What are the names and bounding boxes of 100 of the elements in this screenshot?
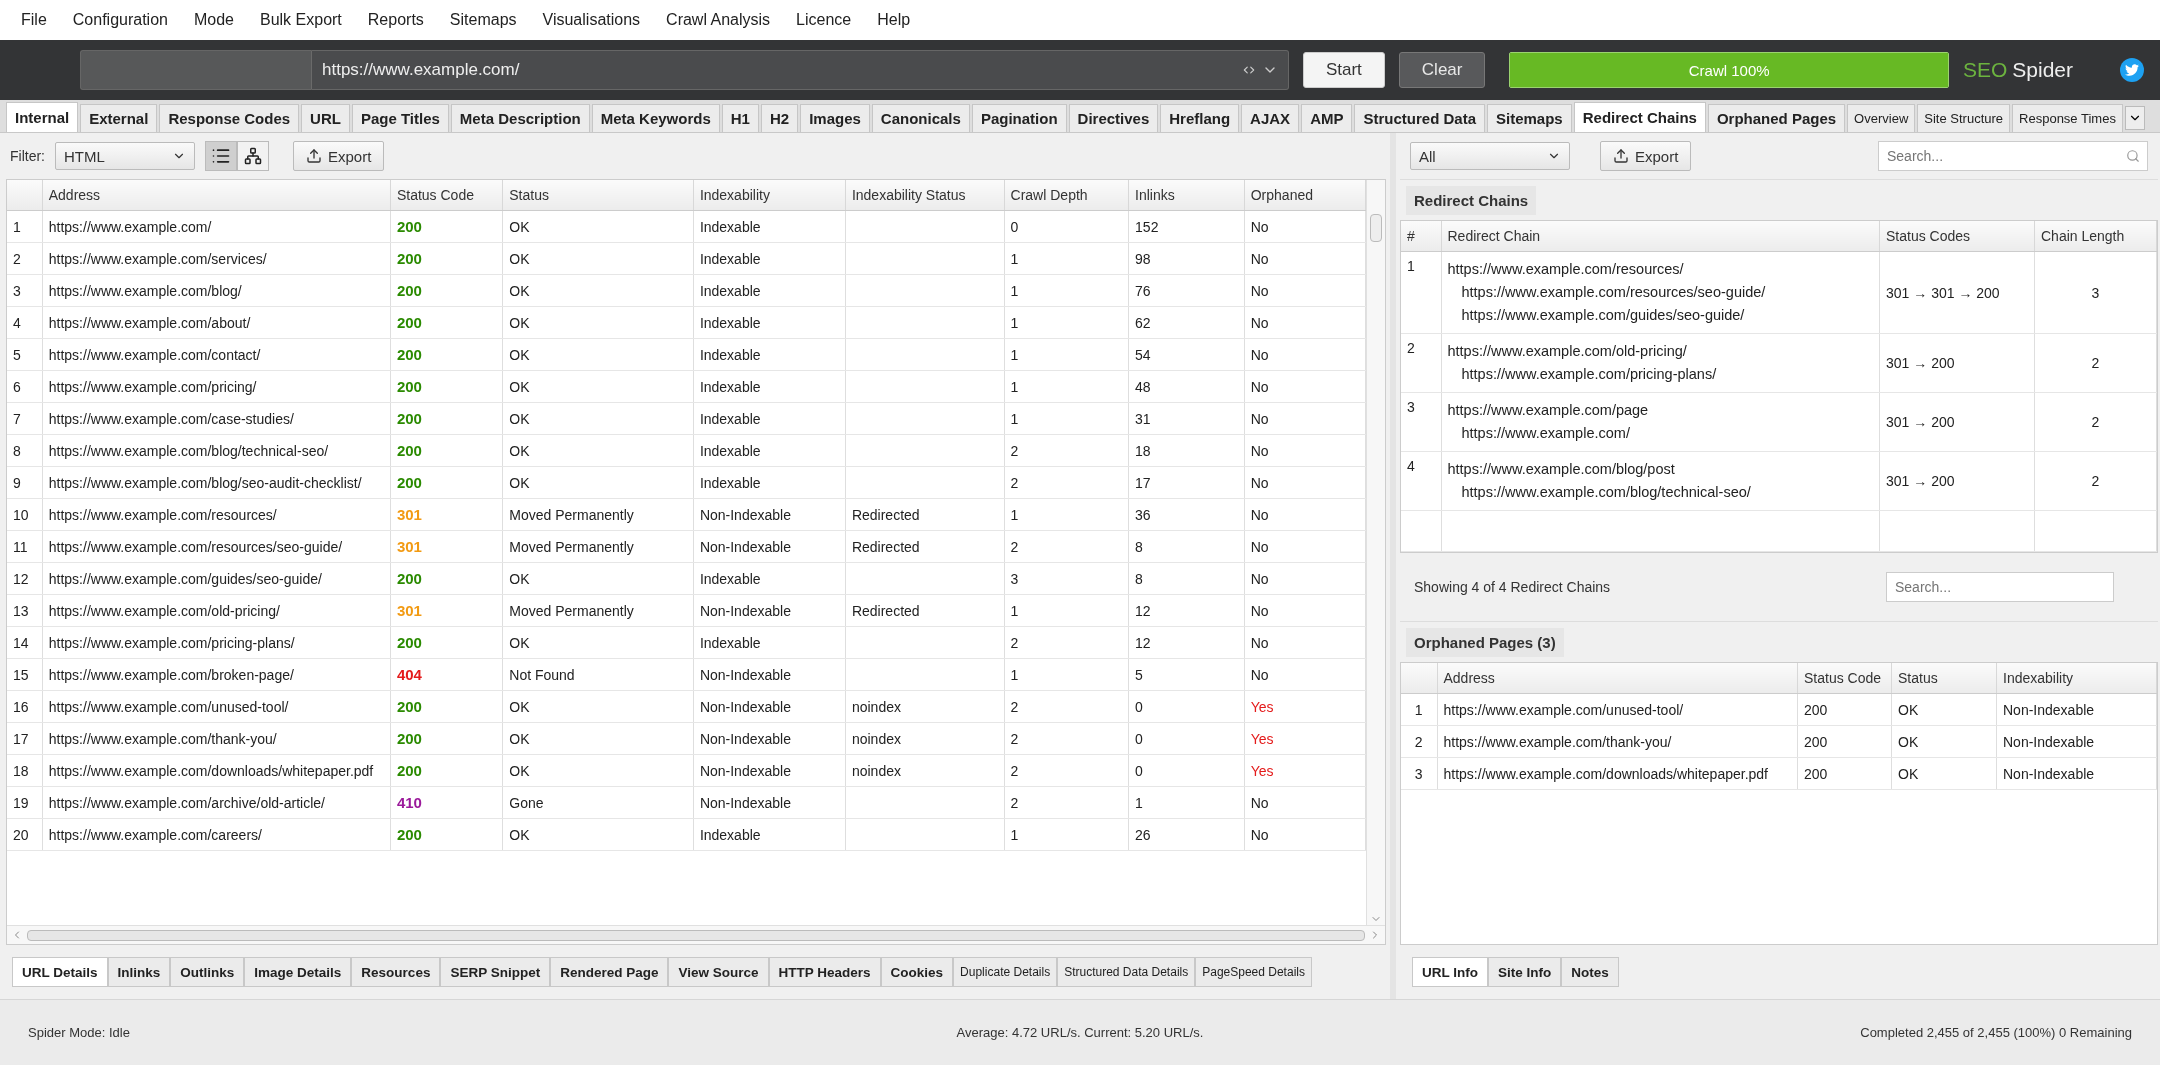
tab[interactable]: Canonicals (871, 104, 970, 132)
tab[interactable]: URL Info (1412, 957, 1488, 987)
tab[interactable]: Response Codes (159, 104, 300, 132)
tab[interactable]: Internal (6, 102, 79, 132)
toolbar-button[interactable]: Clear (1398, 52, 1486, 88)
tab[interactable]: PageSpeed Details (1195, 957, 1312, 987)
tab[interactable]: Orphaned Pages (1707, 104, 1846, 132)
menu-item[interactable]: Mode (180, 11, 247, 29)
tab[interactable]: Page Titles (351, 104, 449, 132)
tab[interactable]: Sitemaps (1487, 104, 1572, 132)
tab[interactable]: Cookies (880, 957, 954, 987)
menu-item[interactable]: Licence (783, 11, 865, 29)
column-header[interactable]: Status Code (390, 180, 503, 211)
column-header[interactable]: Status (1891, 663, 1997, 694)
tab[interactable]: SERP Snippet (440, 957, 551, 987)
toolbar-button[interactable]: Start (1302, 52, 1385, 88)
status-code: 301 (396, 538, 422, 555)
search-field[interactable]: Search... (1886, 572, 2114, 602)
table-cell: https://www.example.com/unused-tool/ (1437, 693, 1798, 726)
tab[interactable]: External (80, 104, 158, 132)
row-number: 11 (7, 530, 43, 563)
tab[interactable]: Redirect Chains (1573, 102, 1706, 132)
table-cell: https://www.example.com/case-studies/ (42, 402, 391, 435)
tab[interactable]: URL Details (12, 957, 108, 987)
view-toggle[interactable] (237, 141, 269, 171)
tab[interactable]: Directives (1068, 104, 1159, 132)
tab[interactable]: HTTP Headers (768, 957, 881, 987)
tab[interactable]: Resources (351, 957, 441, 987)
bird-icon[interactable] (2120, 58, 2144, 82)
table-cell: Yes (1244, 690, 1366, 723)
tab[interactable]: Site Structure (1917, 104, 2011, 132)
tab-menu-button[interactable] (2124, 106, 2145, 130)
table-cell: Moved Permanently (502, 530, 694, 563)
tab[interactable]: Images (800, 104, 870, 132)
column-header[interactable]: Address (1437, 663, 1798, 694)
row-number: 9 (7, 466, 43, 499)
column-header[interactable]: Chain Length (2034, 221, 2157, 252)
filter-dropdown[interactable]: HTML (55, 142, 195, 170)
section-title: Redirect Chains (1406, 185, 1537, 215)
tab[interactable]: Meta Description (450, 104, 590, 132)
tab[interactable]: URL (301, 104, 350, 132)
table-cell: No (1244, 210, 1366, 243)
arrows-icon (1241, 63, 1256, 77)
tab[interactable]: Rendered Page (550, 957, 669, 987)
tab[interactable]: H1 (721, 104, 759, 132)
menu-item[interactable]: Visualisations (529, 11, 654, 29)
dropdown-button[interactable] (1231, 50, 1289, 90)
column-header[interactable]: Redirect Chain (1441, 221, 1880, 252)
column-header[interactable]: Status Code (1797, 663, 1892, 694)
status-text: Average: 4.72 URL/s. Current: 5.20 URL/s. (955, 1025, 1205, 1040)
column-header[interactable]: Inlinks (1128, 180, 1245, 211)
menu-item[interactable]: File (8, 11, 60, 29)
view-toggle[interactable] (205, 141, 237, 171)
column-header[interactable]: Indexability (693, 180, 846, 211)
tab[interactable]: H2 (760, 104, 799, 132)
export-button[interactable]: Export (1600, 141, 1692, 171)
tab[interactable]: Inlinks (107, 957, 171, 987)
table-cell: Indexable (693, 434, 846, 467)
menu-item[interactable]: Bulk Export (247, 11, 355, 29)
search-field[interactable]: Search... (1878, 141, 2148, 171)
column-header[interactable]: # (1401, 221, 1441, 252)
column-header[interactable]: Status Codes (1879, 221, 2035, 252)
scroll-thumb[interactable] (27, 929, 1365, 941)
menu-item[interactable]: Crawl Analysis (653, 11, 784, 29)
tab[interactable]: Notes (1561, 957, 1619, 987)
row-number: 19 (7, 786, 43, 819)
export-button[interactable]: Export (293, 141, 385, 171)
chain-url: https://www.example.com/pricing-plans/ (1460, 365, 1718, 384)
tab[interactable]: AMP (1301, 104, 1353, 132)
tab[interactable]: Image Details (244, 957, 352, 987)
tab[interactable]: Site Info (1488, 957, 1562, 987)
tab[interactable]: Meta Keywords (591, 104, 720, 132)
tab[interactable]: Structured Data Details (1057, 957, 1196, 987)
column-header[interactable]: Orphaned (1244, 180, 1366, 211)
tab[interactable]: AJAX (1241, 104, 1300, 132)
menu-item[interactable]: Reports (354, 11, 437, 29)
tab[interactable]: Pagination (971, 104, 1067, 132)
url-field[interactable]: https://www.example.com/ (312, 50, 1232, 90)
tab[interactable]: Response Times (2012, 104, 2123, 132)
menu-item[interactable]: Sitemaps (436, 11, 530, 29)
scroll-thumb[interactable] (1370, 214, 1382, 242)
tab[interactable]: Structured Data (1354, 104, 1485, 132)
column-header[interactable]: Indexability (1996, 663, 2157, 694)
tab[interactable]: Overview (1847, 104, 1916, 132)
table-cell: 1 (1004, 274, 1129, 307)
tab[interactable]: Outlinks (170, 957, 245, 987)
row-number: 3 (1401, 757, 1437, 790)
filter-dropdown[interactable]: All (1410, 142, 1570, 170)
tab[interactable]: Hreflang (1160, 104, 1240, 132)
menu-item[interactable]: Help (864, 11, 924, 29)
menu-item[interactable]: Configuration (59, 11, 181, 29)
table-cell: 0 (1128, 722, 1245, 755)
status-code: 200 (396, 282, 422, 299)
tab[interactable]: Duplicate Details (953, 957, 1058, 987)
tab[interactable]: View Source (668, 957, 769, 987)
column-header[interactable]: Address (42, 180, 391, 211)
column-header[interactable]: Indexability Status (845, 180, 1005, 211)
column-header[interactable]: Crawl Depth (1004, 180, 1129, 211)
chain-url: https://www.example.com/resources/seo-guide/ (1460, 283, 1767, 302)
column-header[interactable]: Status (502, 180, 694, 211)
